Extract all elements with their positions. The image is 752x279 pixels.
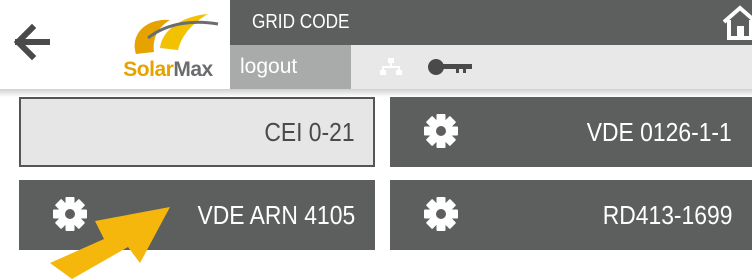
title-bar: GRID CODE	[230, 0, 752, 45]
grid-code-cei-0-21-button[interactable]: CEI 0-21	[19, 97, 375, 167]
logo-text: SolarMax	[108, 58, 228, 82]
page-title: GRID CODE	[252, 11, 350, 33]
gear-icon[interactable]	[423, 196, 459, 232]
back-arrow-icon[interactable]	[14, 22, 50, 62]
logo-text-solar: Solar	[123, 58, 174, 81]
network-icon[interactable]	[380, 58, 402, 76]
sub-bar: logout	[230, 45, 752, 89]
pointer-arrow-icon	[50, 207, 170, 279]
grid-code-label: VDE ARN 4105	[197, 200, 355, 230]
logo-mark-icon	[134, 14, 219, 54]
solarmax-logo: SolarMax	[108, 8, 228, 88]
key-icon[interactable]	[426, 57, 474, 77]
grid-code-label: VDE 0126-1-1	[587, 117, 732, 147]
grid-code-vde-0126-button[interactable]: VDE 0126-1-1	[390, 97, 752, 167]
grid-code-rd413-1699-button[interactable]: RD413-1699	[390, 180, 752, 250]
logout-button[interactable]: logout	[230, 45, 351, 89]
grid-code-label: CEI 0-21	[264, 117, 355, 147]
home-icon[interactable]	[722, 4, 752, 40]
header-shadow	[0, 89, 752, 97]
grid-code-label: RD413-1699	[602, 200, 732, 230]
gear-icon[interactable]	[423, 113, 459, 149]
logo-text-max: Max	[173, 58, 213, 81]
